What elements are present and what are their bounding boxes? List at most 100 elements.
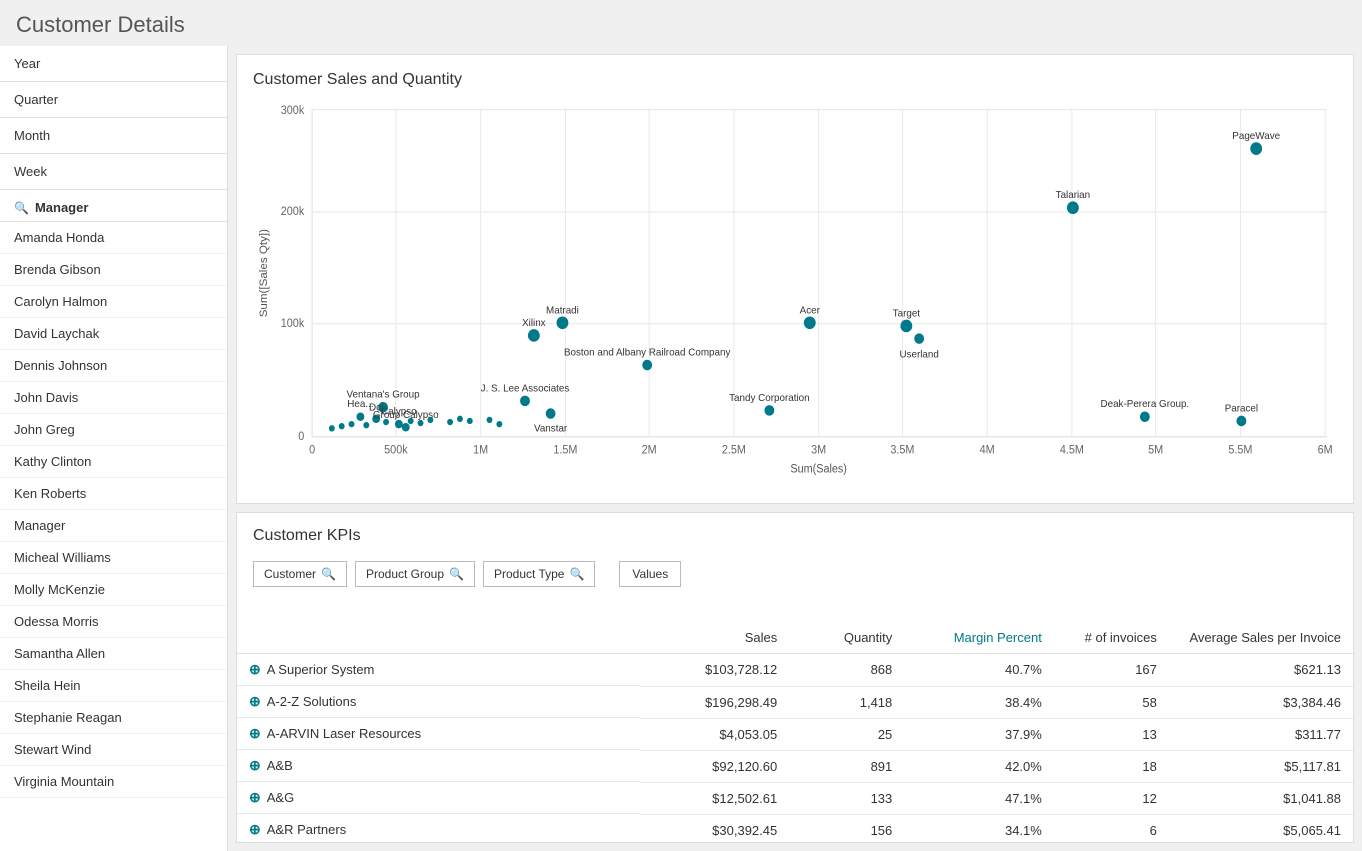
svg-text:PageWave: PageWave <box>1232 131 1280 142</box>
kpi-invoices-cell: 12 <box>1054 782 1169 814</box>
product-group-filter-label: Product Group <box>366 567 444 581</box>
svg-text:4.5M: 4.5M <box>1060 444 1084 456</box>
manager-item[interactable]: Virginia Mountain <box>0 766 227 798</box>
kpi-sales-cell: $12,502.61 <box>640 782 790 814</box>
kpi-invoices-cell: 18 <box>1054 750 1169 782</box>
kpi-margin-cell: 37.9% <box>904 718 1054 750</box>
kpi-panel: Customer KPIs Customer 🔍 Product Group 🔍… <box>236 512 1354 843</box>
kpi-customer-cell: ⊕ A&B <box>237 750 640 782</box>
svg-text:3M: 3M <box>811 444 826 456</box>
col-header-invoices: # of invoices <box>1054 597 1169 654</box>
expand-row-icon[interactable]: ⊕ <box>249 693 261 710</box>
manager-item[interactable]: Molly McKenzie <box>0 574 227 606</box>
kpi-invoices-cell: 58 <box>1054 686 1169 718</box>
svg-text:Xilinx: Xilinx <box>522 318 546 329</box>
manager-item[interactable]: Micheal Williams <box>0 542 227 574</box>
customer-filter-button[interactable]: Customer 🔍 <box>253 561 347 587</box>
svg-text:Talarian: Talarian <box>1056 190 1091 201</box>
kpi-customer-name: A Superior System <box>267 662 375 677</box>
kpi-margin-cell: 47.1% <box>904 782 1054 814</box>
svg-text:300k: 300k <box>281 104 305 116</box>
svg-text:Vanstar: Vanstar <box>534 423 568 434</box>
product-group-filter-button[interactable]: Product Group 🔍 <box>355 561 475 587</box>
kpi-margin-cell: 42.0% <box>904 750 1054 782</box>
kpi-filters: Customer 🔍 Product Group 🔍 Product Type … <box>237 555 1353 597</box>
kpi-customer-name: A&B <box>267 758 293 773</box>
kpi-invoices-cell: 13 <box>1054 718 1169 750</box>
kpi-title: Customer KPIs <box>237 513 1353 555</box>
svg-text:2.5M: 2.5M <box>722 444 746 456</box>
kpi-avg-sales-cell: $1,041.88 <box>1169 782 1353 814</box>
kpi-avg-sales-cell: $5,065.41 <box>1169 814 1353 842</box>
svg-text:Paracel: Paracel <box>1225 403 1258 414</box>
manager-item[interactable]: Ken Roberts <box>0 478 227 510</box>
kpi-sales-cell: $196,298.49 <box>640 686 790 718</box>
manager-item[interactable]: Manager <box>0 510 227 542</box>
scatter-chart-svg: .axis-label { font-size: 11px; fill: #66… <box>253 99 1337 479</box>
manager-item[interactable]: Sheila Hein <box>0 670 227 702</box>
svg-text:Deak-Perera Group.: Deak-Perera Group. <box>1101 399 1190 410</box>
kpi-customer-cell: ⊕ A Superior System <box>237 654 640 686</box>
kpi-table-row: ⊕ A&G $12,502.61 133 47.1% 12 $1,041.88 <box>237 782 1353 814</box>
kpi-customer-cell: ⊕ A&R Partners <box>237 814 640 842</box>
manager-item[interactable]: Kathy Clinton <box>0 446 227 478</box>
customer-filter-label: Customer <box>264 567 316 581</box>
values-label: Values <box>632 567 668 581</box>
kpi-quantity-cell: 868 <box>789 654 904 687</box>
manager-item[interactable]: Samantha Allen <box>0 638 227 670</box>
kpi-table: Sales Quantity Margin Percent # of invoi… <box>237 597 1353 842</box>
manager-item[interactable]: Dennis Johnson <box>0 350 227 382</box>
sidebar: Year Quarter Month Week 🔍 Manager Amanda… <box>0 46 228 851</box>
kpi-quantity-cell: 1,418 <box>789 686 904 718</box>
manager-item[interactable]: John Davis <box>0 382 227 414</box>
svg-text:Tandy Corporation: Tandy Corporation <box>729 393 810 404</box>
manager-item[interactable]: Stewart Wind <box>0 734 227 766</box>
manager-item[interactable]: Carolyn Halmon <box>0 286 227 318</box>
manager-search-icon: 🔍 <box>14 201 29 215</box>
svg-text:5M: 5M <box>1148 444 1163 456</box>
svg-text:2M: 2M <box>642 444 657 456</box>
expand-row-icon[interactable]: ⊕ <box>249 757 261 774</box>
expand-row-icon[interactable]: ⊕ <box>249 789 261 806</box>
product-type-filter-button[interactable]: Product Type 🔍 <box>483 561 595 587</box>
expand-row-icon[interactable]: ⊕ <box>249 725 261 742</box>
svg-text:Sum([Sales Qty]): Sum([Sales Qty]) <box>258 229 270 318</box>
manager-item[interactable]: Stephanie Reagan <box>0 702 227 734</box>
svg-text:500k: 500k <box>384 444 408 456</box>
avg-sales-label: Average Sales per Invoice <box>1189 630 1341 645</box>
col-header-avg-sales: Average Sales per Invoice <box>1169 597 1353 654</box>
kpi-margin-cell: 40.7% <box>904 654 1054 687</box>
app-container: Customer Details Year Quarter Month Week… <box>0 0 1362 851</box>
kpi-table-row: ⊕ A Superior System $103,728.12 868 40.7… <box>237 654 1353 687</box>
product-type-filter-label: Product Type <box>494 567 565 581</box>
svg-text:1M: 1M <box>473 444 488 456</box>
svg-text:Acer: Acer <box>800 305 821 316</box>
manager-item[interactable]: Odessa Morris <box>0 606 227 638</box>
values-button[interactable]: Values <box>619 561 681 587</box>
svg-text:Boston and Albany Railroad Com: Boston and Albany Railroad Company <box>564 347 731 358</box>
manager-item[interactable]: David Laychak <box>0 318 227 350</box>
manager-item[interactable]: Brenda Gibson <box>0 254 227 286</box>
expand-row-icon[interactable]: ⊕ <box>249 661 261 678</box>
svg-text:0: 0 <box>298 431 304 443</box>
kpi-table-row: ⊕ A&R Partners $30,392.45 156 34.1% 6 $5… <box>237 814 1353 842</box>
filter-year[interactable]: Year <box>0 46 227 82</box>
manager-item[interactable]: Amanda Honda <box>0 222 227 254</box>
kpi-customer-name: A&G <box>267 790 294 805</box>
manager-section-label: Manager <box>35 200 88 215</box>
filter-month[interactable]: Month <box>0 118 227 154</box>
kpi-margin-cell: 38.4% <box>904 686 1054 718</box>
manager-item[interactable]: John Greg <box>0 414 227 446</box>
svg-text:3.5M: 3.5M <box>890 444 914 456</box>
kpi-quantity-cell: 25 <box>789 718 904 750</box>
filter-quarter[interactable]: Quarter <box>0 82 227 118</box>
expand-row-icon[interactable]: ⊕ <box>249 821 261 838</box>
filter-week[interactable]: Week <box>0 154 227 190</box>
svg-text:Target: Target <box>893 308 921 319</box>
col-header-margin: Margin Percent <box>904 597 1054 654</box>
svg-text:1.5M: 1.5M <box>553 444 577 456</box>
kpi-customer-name: A-2-Z Solutions <box>267 694 357 709</box>
product-type-search-icon: 🔍 <box>569 567 584 581</box>
svg-text:100k: 100k <box>281 318 305 330</box>
kpi-table-container: Sales Quantity Margin Percent # of invoi… <box>237 597 1353 842</box>
